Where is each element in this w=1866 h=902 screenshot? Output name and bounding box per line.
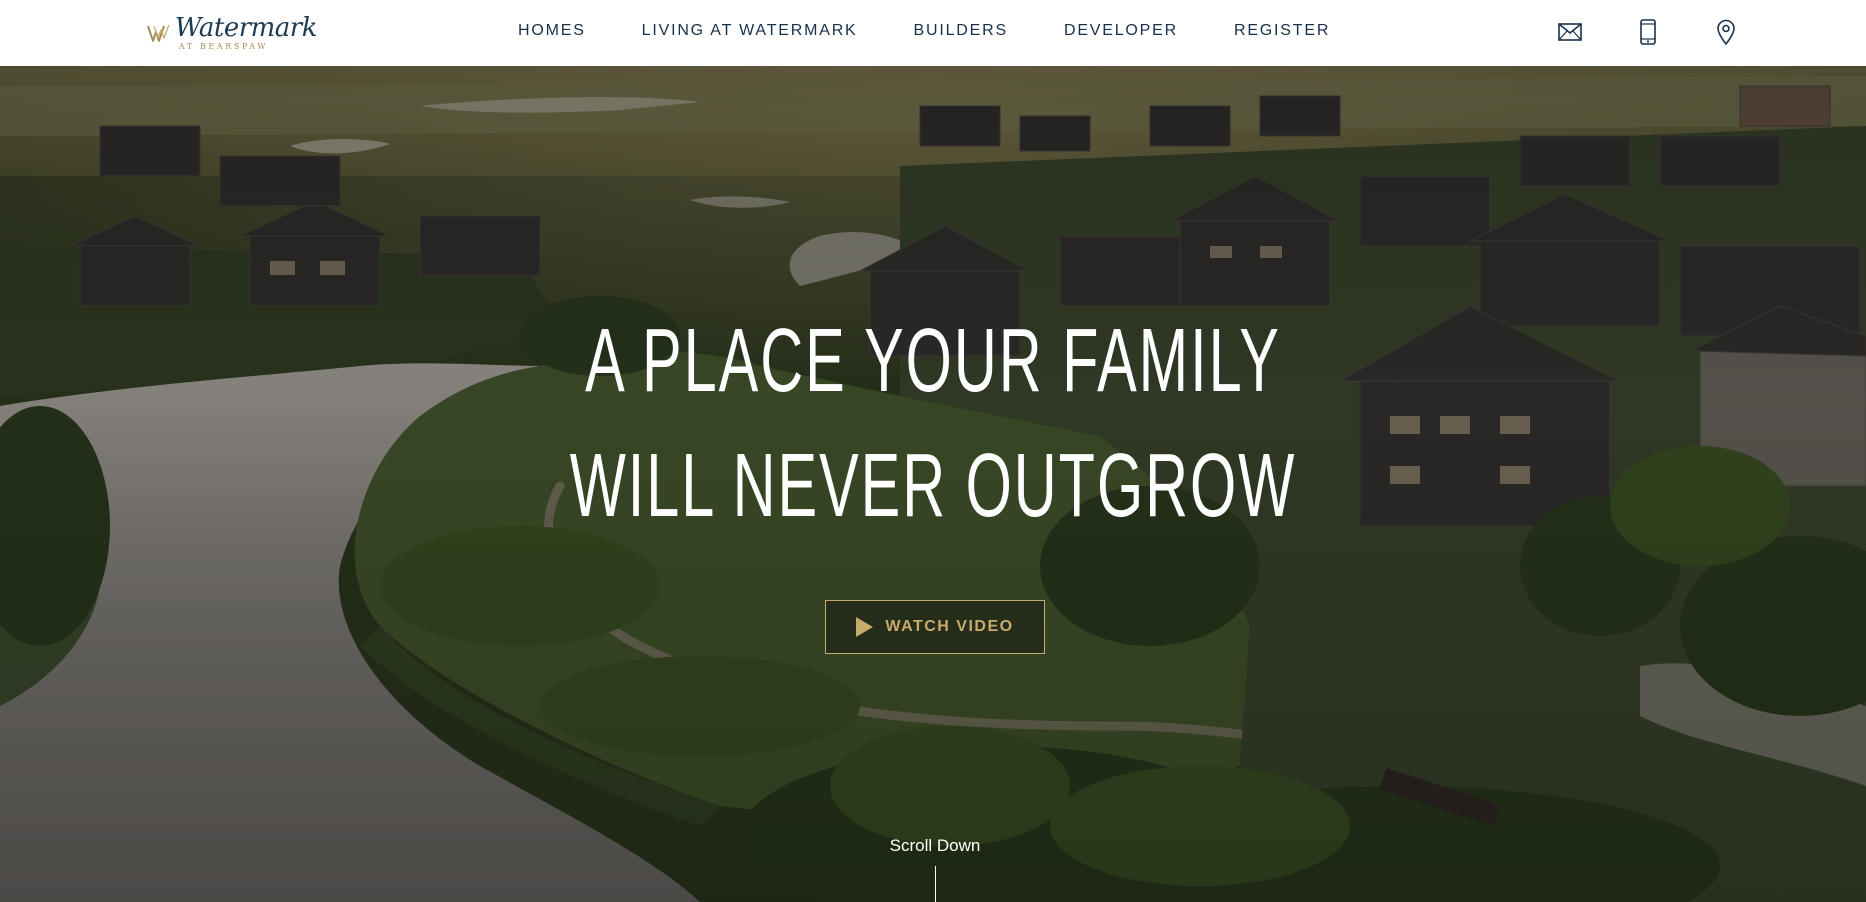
play-icon bbox=[856, 617, 874, 637]
scroll-down-label[interactable]: Scroll Down bbox=[0, 836, 1866, 856]
watch-video-label: WATCH VIDEO bbox=[885, 618, 1014, 635]
main-nav: HOMES LIVING AT WATERMARK BUILDERS DEVEL… bbox=[518, 0, 1330, 62]
nav-item-living-at-watermark[interactable]: LIVING AT WATERMARK bbox=[642, 22, 858, 40]
nav-item-developer[interactable]: DEVELOPER bbox=[1064, 22, 1178, 40]
location-pin-icon[interactable] bbox=[1712, 18, 1740, 46]
hero-headline-line-2: WILL NEVER OUTGROW bbox=[569, 436, 1297, 536]
scroll-down-line bbox=[935, 866, 936, 902]
watch-video-button[interactable]: WATCH VIDEO bbox=[825, 600, 1045, 654]
logo-name: Watermark bbox=[174, 13, 318, 43]
nav-item-homes[interactable]: HOMES bbox=[518, 22, 586, 40]
phone-icon[interactable] bbox=[1634, 18, 1662, 46]
logo-tagline: AT BEARSPAW bbox=[178, 42, 269, 51]
hero-section: A PLACE YOUR FAMILY WILL NEVER OUTGROW W… bbox=[0, 66, 1866, 902]
watermark-logo-icon bbox=[147, 24, 170, 42]
site-header: Watermark AT BEARSPAW HOMES LIVING AT WA… bbox=[0, 0, 1866, 66]
nav-item-builders[interactable]: BUILDERS bbox=[914, 22, 1008, 40]
nav-item-register[interactable]: REGISTER bbox=[1234, 22, 1330, 40]
mail-icon[interactable] bbox=[1556, 18, 1584, 46]
hero-headline-line-1: A PLACE YOUR FAMILY bbox=[585, 311, 1281, 411]
logo[interactable]: Watermark AT BEARSPAW bbox=[147, 12, 318, 54]
